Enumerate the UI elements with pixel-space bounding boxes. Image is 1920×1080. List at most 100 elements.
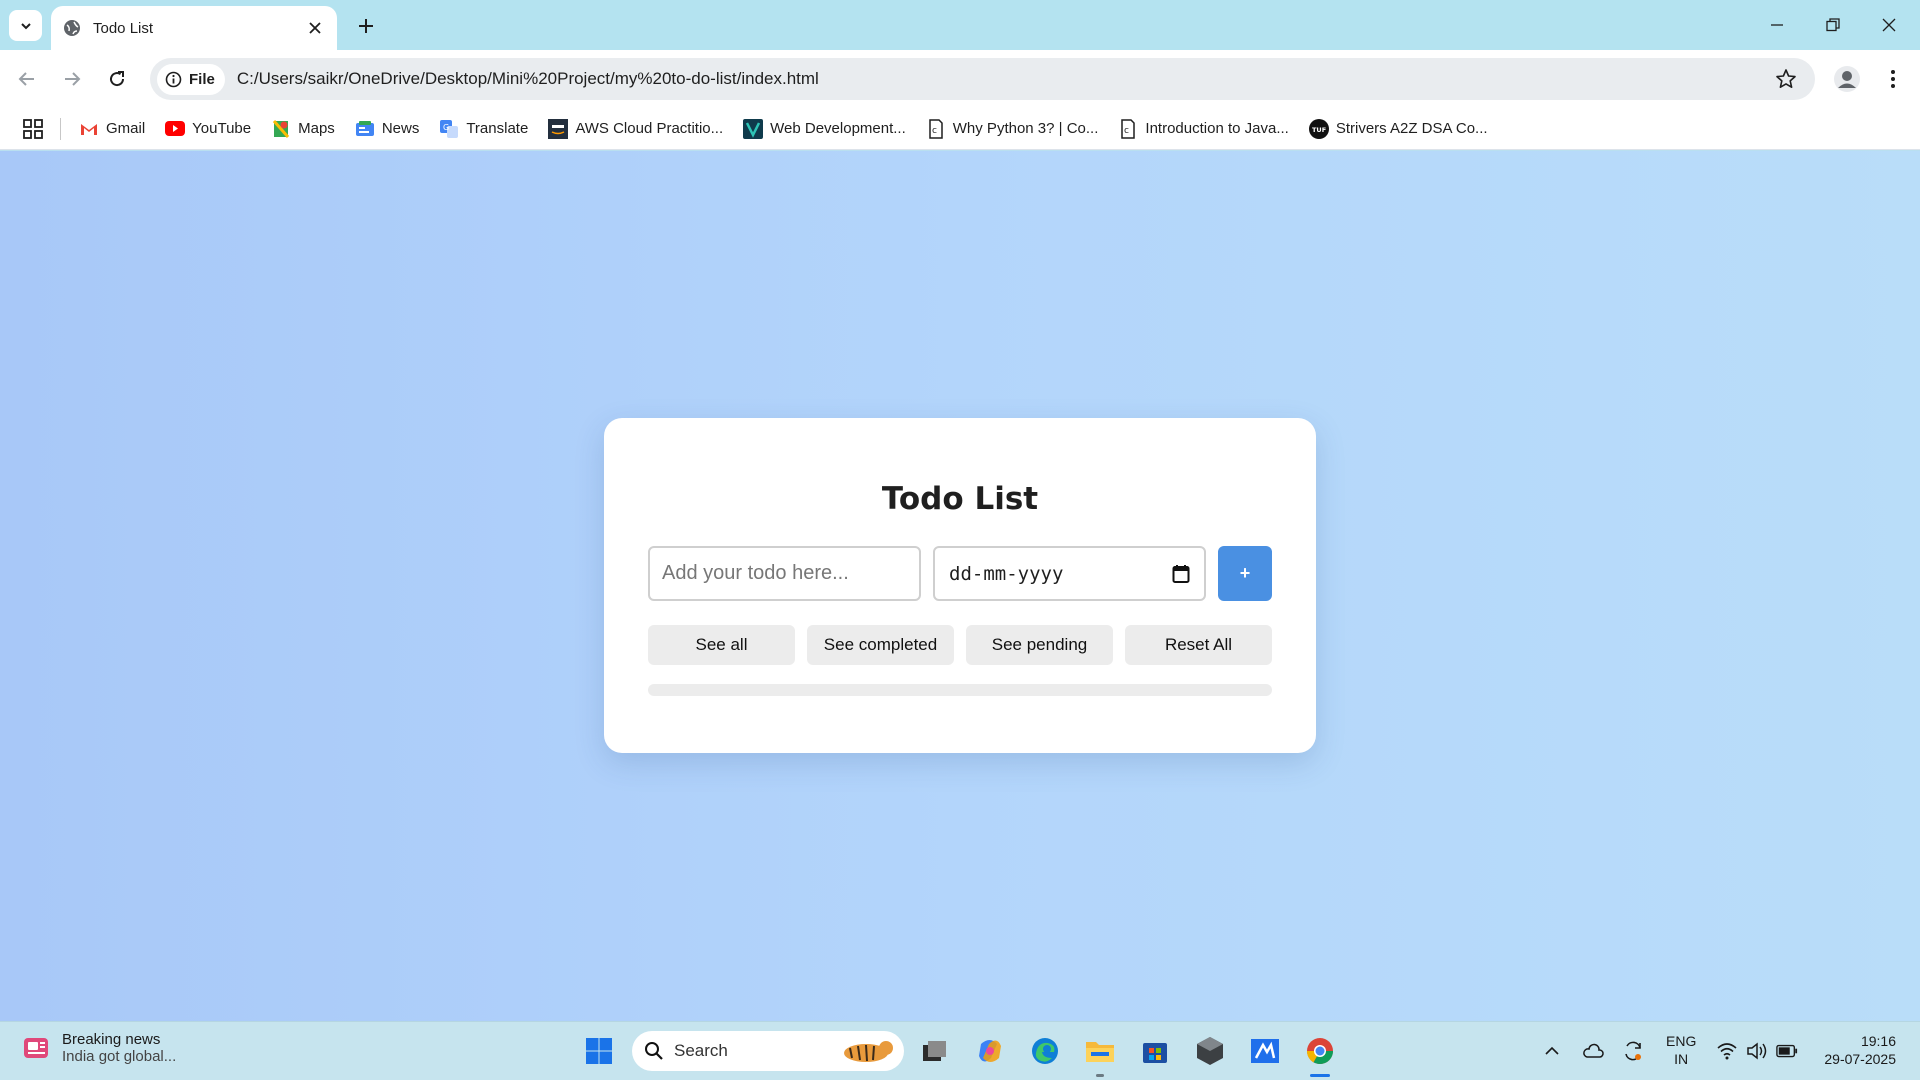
maps-icon bbox=[271, 119, 291, 139]
site-info-chip[interactable]: File bbox=[157, 63, 225, 95]
see-all-button[interactable]: See all bbox=[648, 625, 795, 665]
reload-button[interactable] bbox=[100, 62, 134, 96]
bookmark-youtube[interactable]: YouTube bbox=[165, 119, 251, 139]
browser-titlebar: Todo List bbox=[0, 0, 1920, 50]
see-pending-button[interactable]: See pending bbox=[966, 625, 1113, 665]
bookmark-web-development[interactable]: Web Development... bbox=[743, 118, 906, 139]
apps-grid-icon[interactable] bbox=[22, 118, 44, 140]
todo-input[interactable] bbox=[648, 546, 921, 601]
bookmark-maps[interactable]: Maps bbox=[271, 119, 335, 139]
reload-icon bbox=[110, 71, 125, 87]
date-input[interactable]: dd-mm-yyyy bbox=[933, 546, 1206, 601]
wifi-icon bbox=[1717, 1043, 1737, 1060]
copilot-button[interactable] bbox=[973, 1034, 1007, 1068]
web-dev-icon bbox=[743, 118, 764, 139]
profile-icon bbox=[1834, 66, 1860, 92]
bookmarks-separator bbox=[60, 117, 61, 140]
minimize-button[interactable] bbox=[1762, 10, 1792, 40]
bookmark-intro-java[interactable]: c Introduction to Java... bbox=[1118, 118, 1289, 139]
page-icon: c bbox=[1118, 118, 1138, 139]
clock-date: 29-07-2025 bbox=[1824, 1051, 1896, 1067]
battery-tray[interactable] bbox=[1776, 1040, 1798, 1062]
onedrive-tray[interactable] bbox=[1582, 1040, 1604, 1062]
store-button[interactable] bbox=[1138, 1034, 1172, 1068]
tray-overflow-button[interactable] bbox=[1541, 1040, 1563, 1062]
task-view-button[interactable] bbox=[918, 1034, 952, 1068]
back-button[interactable] bbox=[10, 62, 44, 96]
search-label: Search bbox=[674, 1041, 728, 1060]
close-window-button[interactable] bbox=[1874, 10, 1904, 40]
tab-search-button[interactable] bbox=[9, 10, 42, 41]
windows-logo-icon bbox=[586, 1038, 612, 1064]
tab-todo-list[interactable]: Todo List bbox=[51, 6, 337, 50]
add-todo-button[interactable]: + bbox=[1218, 546, 1272, 601]
page-viewport: Todo List dd-mm-yyyy + See all See compl… bbox=[0, 151, 1920, 1021]
news-widget-icon bbox=[24, 1038, 48, 1058]
bookmark-label: Translate bbox=[466, 120, 529, 137]
hexagon-app-icon bbox=[1197, 1037, 1223, 1065]
progress-bar bbox=[648, 684, 1272, 696]
news-icon bbox=[355, 119, 375, 139]
file-explorer-button[interactable] bbox=[1083, 1034, 1117, 1068]
browser-toolbar: File C:/Users/saikr/OneDrive/Desktop/Min… bbox=[0, 50, 1920, 108]
system-clock[interactable]: 19:16 29-07-2025 bbox=[1814, 1032, 1896, 1068]
wifi-tray[interactable] bbox=[1716, 1040, 1738, 1062]
tab-close-button[interactable] bbox=[305, 18, 325, 38]
bookmark-translate[interactable]: G Translate bbox=[439, 119, 528, 139]
plus-icon bbox=[359, 19, 373, 33]
code-editor-icon bbox=[1251, 1039, 1279, 1063]
reset-all-button[interactable]: Reset All bbox=[1125, 625, 1272, 665]
chrome-active-indicator bbox=[1310, 1074, 1330, 1077]
clock-time: 19:16 bbox=[1860, 1033, 1896, 1049]
volume-tray[interactable] bbox=[1746, 1040, 1768, 1062]
restore-icon bbox=[1826, 18, 1840, 32]
region-code: IN bbox=[1674, 1051, 1689, 1067]
see-completed-button[interactable]: See completed bbox=[807, 625, 954, 665]
arrow-right-icon bbox=[65, 72, 81, 86]
news-subtitle: India got global... bbox=[62, 1048, 177, 1065]
restore-button[interactable] bbox=[1818, 10, 1848, 40]
chrome-button[interactable] bbox=[1303, 1034, 1337, 1068]
language-indicator[interactable]: ENG IN bbox=[1666, 1032, 1696, 1068]
chrome-icon bbox=[1306, 1038, 1334, 1065]
bookmark-label: Introduction to Java... bbox=[1145, 120, 1289, 137]
bookmark-why-python[interactable]: c Why Python 3? | Co... bbox=[926, 118, 1098, 139]
vs-code-button[interactable] bbox=[1248, 1034, 1282, 1068]
bookmark-gmail[interactable]: Gmail bbox=[79, 119, 145, 139]
bookmark-label: AWS Cloud Practitio... bbox=[575, 120, 724, 137]
profile-avatar[interactable] bbox=[1832, 64, 1862, 94]
translate-icon: G bbox=[439, 119, 459, 139]
bookmark-news[interactable]: News bbox=[355, 119, 419, 139]
bookmarks-bar: Gmail YouTube Maps News G Translate AWS … bbox=[0, 108, 1920, 150]
arrow-left-icon bbox=[18, 72, 34, 86]
url-text[interactable]: C:/Users/saikr/OneDrive/Desktop/Mini%20P… bbox=[237, 69, 819, 89]
bookmark-strivers[interactable]: TUF Strivers A2Z DSA Co... bbox=[1308, 118, 1488, 139]
taskbar-search[interactable]: Search bbox=[632, 1031, 904, 1071]
address-bar[interactable]: File C:/Users/saikr/OneDrive/Desktop/Min… bbox=[150, 58, 1815, 100]
edge-icon bbox=[1032, 1038, 1058, 1064]
bookmark-label: Web Development... bbox=[770, 120, 906, 137]
forward-button[interactable] bbox=[55, 62, 89, 96]
chevron-down-icon bbox=[20, 22, 31, 29]
cloud-icon bbox=[1583, 1043, 1604, 1058]
news-widget[interactable]: Breaking news India got global... bbox=[20, 1031, 176, 1065]
hex-app-button[interactable] bbox=[1193, 1034, 1227, 1068]
bookmark-star-icon[interactable] bbox=[1775, 68, 1797, 90]
date-placeholder: dd-mm-yyyy bbox=[949, 562, 1064, 585]
aws-icon bbox=[548, 118, 569, 139]
page-icon: c bbox=[926, 118, 946, 139]
sync-icon bbox=[1625, 1041, 1641, 1061]
tuf-icon: TUF bbox=[1308, 118, 1329, 139]
bookmark-aws[interactable]: AWS Cloud Practitio... bbox=[548, 118, 724, 139]
browser-menu-button[interactable] bbox=[1880, 64, 1906, 94]
start-button[interactable] bbox=[582, 1034, 616, 1068]
new-tab-button[interactable] bbox=[352, 12, 380, 40]
edge-button[interactable] bbox=[1028, 1034, 1062, 1068]
bookmark-label: Maps bbox=[298, 120, 335, 137]
tab-title: Todo List bbox=[93, 19, 154, 37]
calendar-icon[interactable] bbox=[1172, 564, 1190, 584]
tiger-illustration-icon bbox=[844, 1041, 893, 1062]
todo-card: Todo List dd-mm-yyyy + See all See compl… bbox=[604, 418, 1316, 753]
minimize-icon bbox=[1771, 24, 1783, 26]
sync-tray[interactable] bbox=[1622, 1040, 1644, 1062]
